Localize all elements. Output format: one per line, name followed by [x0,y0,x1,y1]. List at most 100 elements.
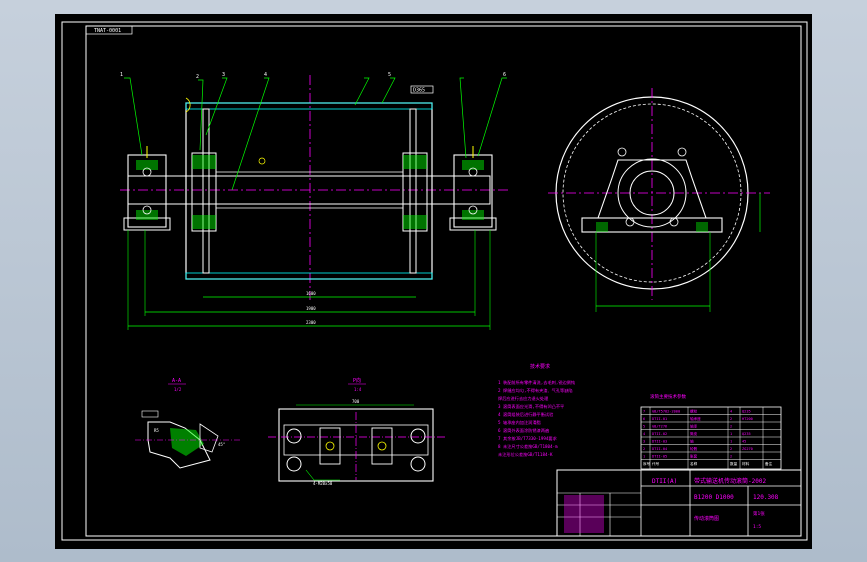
plan-bolt-2 [410,428,426,444]
table-cell: 2 [730,417,732,421]
plan-bolt-4 [410,456,426,472]
plan-label: P向 [353,377,361,384]
leader-8 [477,77,507,157]
table-cell: 胀套 [690,454,698,459]
weld-symbol [185,97,191,113]
balloon-2: 2 [196,74,199,80]
bolt-hole-2 [677,147,687,157]
pedestal-hatch-l [596,222,608,232]
tech-note-line: 未注形位公差按GB/T1184-K [498,451,553,458]
table-header: 滚筒主要技术参数 [650,393,686,400]
table-cell: 轴承 [690,424,698,429]
table-cell: DTII-03 [652,440,667,444]
table-cell: 轴承座 [690,416,701,421]
dim-text-2: 1900 [306,306,316,311]
hub-hatch-right-bottom [403,215,427,229]
balloon-1: 1 [120,72,123,78]
leader-7 [459,77,467,159]
tech-note-line: 8 未注尺寸公差按GB/T1804-m [498,443,558,450]
tech-note-line: 6 滚筒外表面涂防锈漆两遍 [498,427,550,434]
table-cell: 螺栓 [690,409,698,414]
tb-scale: 1:5 [753,524,761,530]
plan-bolt-1 [286,428,302,444]
table-cell: 5 [643,425,645,429]
tech-note-line: 4 滚筒组装后进行静平衡试验 [498,411,554,418]
bearing-hatch-r1 [462,160,484,170]
table-cell: 7 [643,410,645,414]
drum-lagging-top [185,102,433,110]
plan-nut-1 [325,441,335,451]
table-cell: 4 [643,432,645,436]
hub-hatch-right-top [403,155,427,169]
leader-6 [381,77,396,104]
notes-title: 技术要求 [530,363,550,370]
hub-hatch-left-top [192,155,216,169]
section-angle: 45° [218,442,225,447]
hub-hatch-left-bottom [192,215,216,229]
tb-signatures-scribble [564,495,604,533]
tech-note-line: 焊后应进行去应力退火处理 [498,395,549,402]
table-cell: 2 [730,425,732,429]
plan-scale: 1:4 [354,387,362,392]
table-cell: 2 [643,447,645,451]
tech-note-line: 2 焊缝应均匀,不得有夹渣、气孔等缺陷 [498,387,573,394]
tb-name: 带式输送机传动滚筒-2002 [694,477,766,485]
table-column-header: 备注 [765,461,773,466]
table-cell: 45 [742,440,746,444]
plan-note: 4-M20x50 [313,481,333,486]
dim-text-3: 2300 [306,320,316,325]
plan-nut-2 [377,441,387,451]
plan-block-1 [319,427,341,465]
dim-tag-text: D365 [413,88,425,94]
bearing-hatch-l2 [136,210,158,220]
tb-assembly: 传动滚筒图 [694,515,719,522]
drum-shell [185,102,433,280]
table-column-header: 数量 [730,461,738,466]
section-detail: A-A 1/2 45° R5 [135,378,240,469]
end-disc-right [409,108,417,274]
balloon-4: 4 [264,72,267,78]
tech-note-line: 7 其余按JB/T7330-1994要求 [498,435,558,442]
tb-model: DTII(A) [652,478,677,485]
balloon-6: 6 [503,72,506,78]
table-cell: 轴 [690,439,694,444]
table-cell: GB/T276 [652,425,667,429]
cad-drawing-window: TNAT-0001 1 2 3 4 5 6 D365 1600 1900 230… [0,0,867,562]
table-cell: 4 [730,410,732,414]
balloon-3: 3 [222,72,225,78]
end-disc-left [202,108,210,274]
parts-table: 滚筒主要技术参数 7 GB/T5782-2000 螺栓 4 Q235 6 DTII-01 轴承… [640,393,782,470]
table-cell: 3 [643,440,645,444]
cad-canvas: TNAT-0001 1 2 3 4 5 6 D365 1600 1900 230… [61,21,808,541]
section-tooth [199,423,219,453]
table-cell: 筒皮 [690,431,698,436]
plan-note-leader [305,469,340,481]
section-tag-box [141,410,159,418]
table-cell: DTII-01 [652,417,667,421]
tech-note-line: 3 滚筒表面应光滑,不得有凹凸不平 [498,403,564,410]
leader-2 [198,79,204,151]
table-cell: HT200 [742,417,753,421]
balloon-5: 5 [388,72,391,78]
tb-drawing-no: 120.308 [753,494,779,501]
tb-spec: B1200 D1000 [694,494,734,501]
table-cell: ZG270 [742,447,753,451]
tech-note-line: 5 轴承座内加注润滑脂 [498,419,541,426]
drum-lagging-bottom [185,272,433,280]
table-cell: Q235 [742,432,751,436]
bolt-hole-1 [617,147,627,157]
section-hatch [170,428,204,456]
technical-notes: 技术要求 1 装配前所有零件清洗,去毛刺,锐边倒钝2 焊缝应均匀,不得有夹渣、气… [498,363,576,458]
section-scale: 1/2 [174,387,182,392]
table-cell: DTII-04 [652,447,667,451]
section-note: R5 [154,428,159,433]
table-cell: 2 [730,447,732,451]
table-column-header: 名称 [690,461,698,466]
plan-top-dim-text: 700 [352,399,360,404]
table-column-header: 代号 [652,461,660,466]
bearing-hatch-l1 [136,160,158,170]
table-cell: 1 [730,440,732,444]
table-cell: 1 [643,455,645,459]
pedestal-hatch-r [696,222,708,232]
drum-side-view [548,88,770,312]
